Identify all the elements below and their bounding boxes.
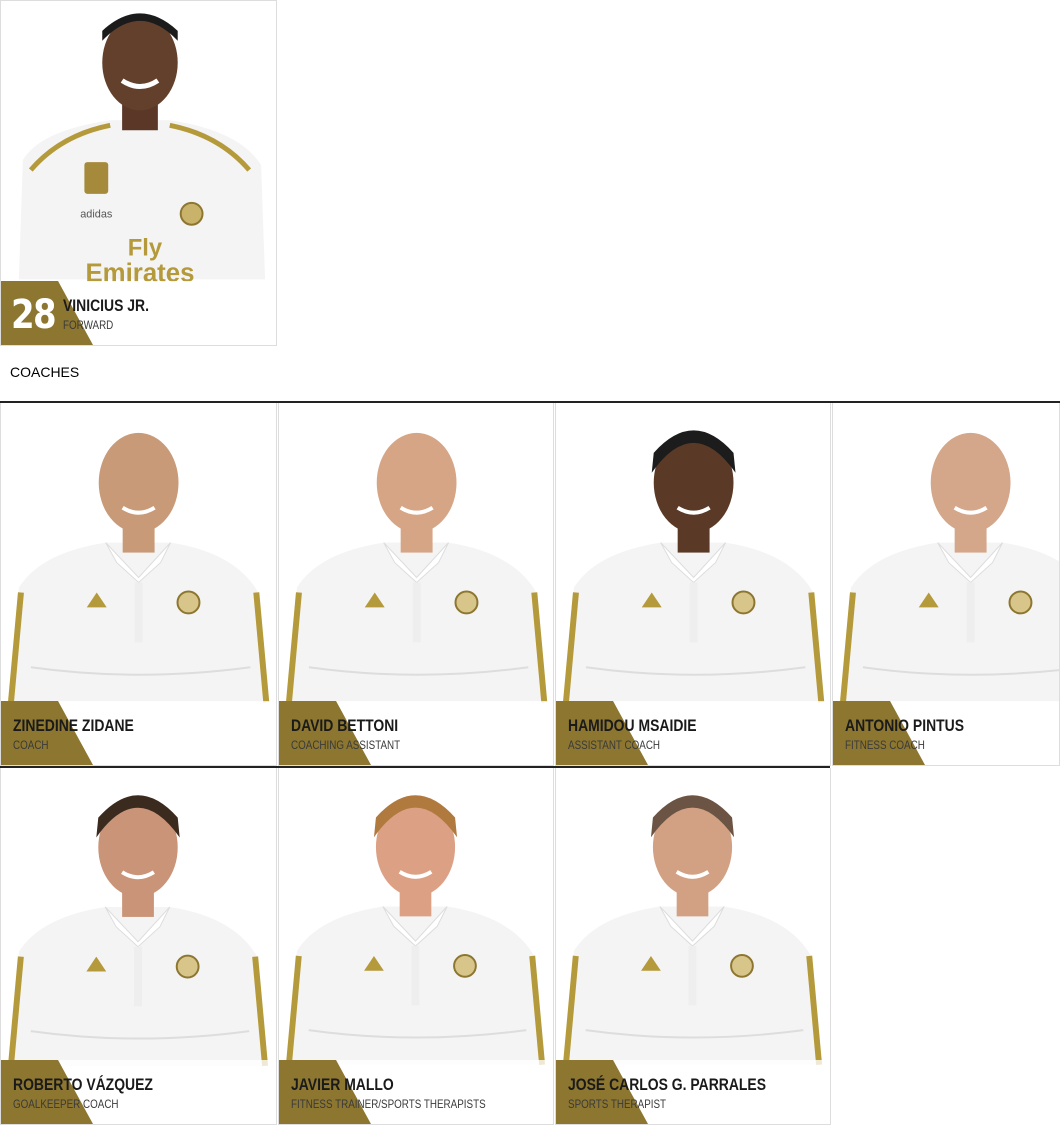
coach-card[interactable]: JOSÉ CARLOS G. PARRALES SPORTS THERAPIST [555,768,831,1125]
coach-name: JOSÉ CARLOS G. PARRALES [568,1075,767,1094]
coach-caption: ROBERTO VÁZQUEZ GOALKEEPER COACH [1,1060,276,1124]
coaches-heading: COACHES [10,364,80,380]
coach-card[interactable]: DAVID BETTONI COACHING ASSISTANT [278,403,554,766]
coach-card[interactable]: HAMIDOU MSAIDIE ASSISTANT COACH [555,403,831,766]
coach-caption: JAVIER MALLO FITNESS TRAINER/SPORTS THER… [279,1060,553,1124]
coach-name: ANTONIO PINTUS [845,716,965,735]
coach-role: SPORTS THERAPIST [568,1097,667,1111]
coach-role: COACHING ASSISTANT [291,738,401,752]
coach-name: HAMIDOU MSAIDIE [568,716,697,735]
svg-text:adidas: adidas [80,209,113,221]
coach-card[interactable]: ZINEDINE ZIDANE COACH [0,403,277,766]
player-role: FORWARD [63,318,114,332]
coach-name: ZINEDINE ZIDANE [13,716,134,735]
coach-name: DAVID BETTONI [291,716,399,735]
coach-caption: HAMIDOU MSAIDIE ASSISTANT COACH [556,701,830,765]
svg-text:Fly: Fly [128,235,163,262]
coach-card[interactable]: ROBERTO VÁZQUEZ GOALKEEPER COACH [0,768,277,1125]
player-number: 28 [11,292,57,338]
player-card[interactable]: adidas Fly Emirates 28 VINICIUS JR. FORW… [0,0,277,346]
coach-role: ASSISTANT COACH [568,738,661,752]
coach-caption: ANTONIO PINTUS FITNESS COACH [833,701,1059,765]
coach-card[interactable]: ANTONIO PINTUS FITNESS COACH [832,403,1060,766]
coach-card[interactable]: JAVIER MALLO FITNESS TRAINER/SPORTS THER… [278,768,554,1125]
coach-caption: JOSÉ CARLOS G. PARRALES SPORTS THERAPIST [556,1060,830,1124]
player-caption: 28 VINICIUS JR. FORWARD [1,281,276,345]
coach-name: JAVIER MALLO [291,1075,394,1094]
player-name: VINICIUS JR. [63,296,149,315]
coach-caption: DAVID BETTONI COACHING ASSISTANT [279,701,553,765]
coach-role: FITNESS TRAINER/SPORTS THERAPISTS [291,1097,486,1111]
coach-role: FITNESS COACH [845,738,925,752]
coach-caption: ZINEDINE ZIDANE COACH [1,701,276,765]
coach-role: COACH [13,738,49,752]
coach-role: GOALKEEPER COACH [13,1097,119,1111]
row-divider [0,766,830,768]
coach-name: ROBERTO VÁZQUEZ [13,1075,153,1094]
